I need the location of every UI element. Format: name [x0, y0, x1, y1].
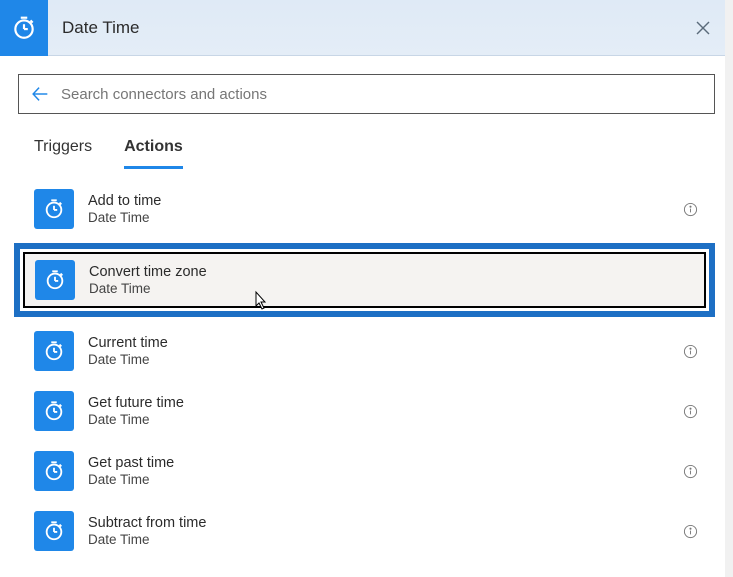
- action-add-to-time[interactable]: Add to time Date Time: [18, 179, 715, 239]
- action-title: Add to time: [88, 192, 667, 210]
- action-icon: [34, 189, 74, 229]
- action-text: Get future time Date Time: [88, 394, 667, 429]
- action-text: Get past time Date Time: [88, 454, 667, 489]
- action-subtitle: Date Time: [88, 210, 667, 227]
- action-title: Get past time: [88, 454, 667, 472]
- action-current-time[interactable]: Current time Date Time: [18, 321, 715, 381]
- close-icon: [694, 19, 712, 37]
- action-icon: [34, 391, 74, 431]
- action-icon: [34, 511, 74, 551]
- clock-icon: [44, 269, 66, 291]
- info-icon: [683, 464, 698, 479]
- info-icon: [683, 404, 698, 419]
- tab-actions[interactable]: Actions: [124, 132, 183, 169]
- info-button[interactable]: [681, 342, 699, 360]
- search-input[interactable]: [61, 86, 704, 103]
- action-subtitle: Date Time: [88, 532, 667, 549]
- action-title: Current time: [88, 334, 667, 352]
- action-convert-time-zone[interactable]: Convert time zone Date Time: [25, 254, 704, 306]
- clock-icon: [43, 460, 65, 482]
- highlighted-action-inner: Convert time zone Date Time: [23, 252, 706, 308]
- header-left: Date Time: [0, 0, 139, 56]
- connector-icon-box: [0, 0, 48, 56]
- highlighted-action-frame: Convert time zone Date Time: [14, 243, 715, 317]
- action-title: Convert time zone: [89, 263, 694, 281]
- info-icon: [683, 202, 698, 217]
- clock-icon: [11, 15, 37, 41]
- tabs: Triggers Actions: [34, 132, 699, 169]
- clock-icon: [43, 520, 65, 542]
- action-icon: [35, 260, 75, 300]
- info-button[interactable]: [681, 522, 699, 540]
- action-subtract-from-time[interactable]: Subtract from time Date Time: [18, 501, 715, 561]
- clock-icon: [43, 400, 65, 422]
- action-icon: [34, 451, 74, 491]
- info-button[interactable]: [681, 200, 699, 218]
- panel-body: Triggers Actions Add to time Date Time: [0, 56, 733, 561]
- action-title: Get future time: [88, 394, 667, 412]
- action-title: Subtract from time: [88, 514, 667, 532]
- clock-icon: [43, 340, 65, 362]
- scrollbar[interactable]: [725, 0, 733, 577]
- action-get-future-time[interactable]: Get future time Date Time: [18, 381, 715, 441]
- back-button[interactable]: [29, 83, 51, 105]
- action-subtitle: Date Time: [88, 352, 667, 369]
- info-button[interactable]: [681, 462, 699, 480]
- close-button[interactable]: [683, 8, 723, 48]
- panel-title: Date Time: [62, 18, 139, 38]
- arrow-left-icon: [29, 83, 51, 105]
- info-icon: [683, 524, 698, 539]
- action-text: Subtract from time Date Time: [88, 514, 667, 549]
- panel-header: Date Time: [0, 0, 733, 56]
- action-icon: [34, 331, 74, 371]
- action-subtitle: Date Time: [88, 412, 667, 429]
- action-subtitle: Date Time: [89, 281, 694, 298]
- action-text: Current time Date Time: [88, 334, 667, 369]
- search-box: [18, 74, 715, 114]
- tab-triggers[interactable]: Triggers: [34, 132, 92, 169]
- action-text: Add to time Date Time: [88, 192, 667, 227]
- clock-icon: [43, 198, 65, 220]
- action-text: Convert time zone Date Time: [89, 263, 694, 298]
- action-get-past-time[interactable]: Get past time Date Time: [18, 441, 715, 501]
- info-button[interactable]: [681, 402, 699, 420]
- action-subtitle: Date Time: [88, 472, 667, 489]
- action-list: Add to time Date Time Convert time zone: [18, 179, 715, 561]
- info-icon: [683, 344, 698, 359]
